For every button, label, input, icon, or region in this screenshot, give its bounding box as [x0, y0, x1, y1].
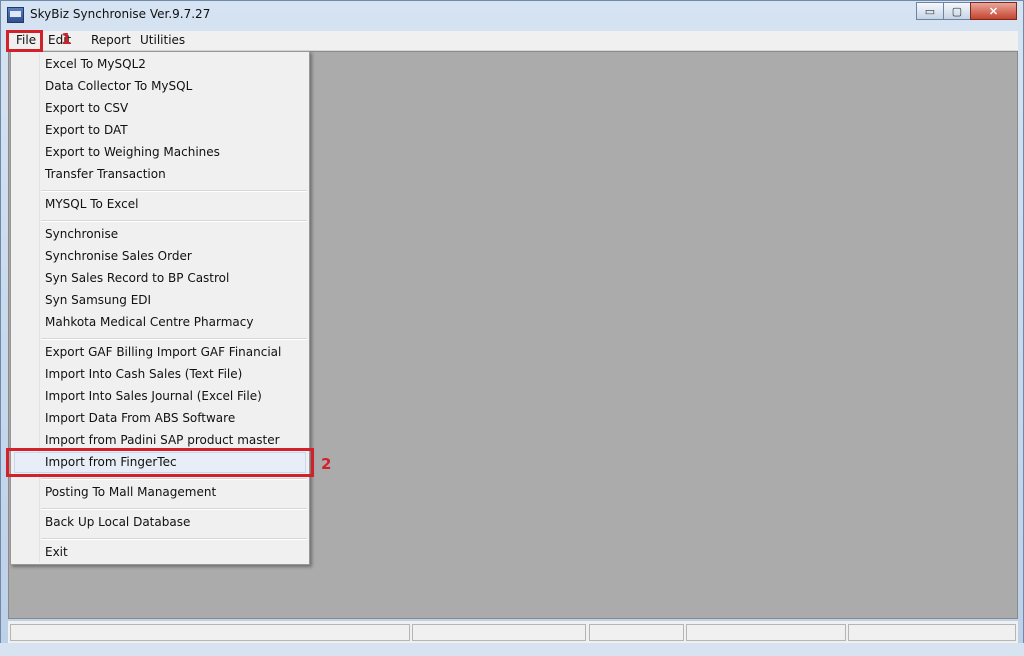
app-window: SkyBiz Synchronise Ver.9.7.27 ▭ ▢ ✕ File…: [0, 0, 1024, 656]
callout-number-step-1: 1: [61, 30, 72, 48]
menu-item-export-to-csv[interactable]: Export to CSV: [45, 101, 128, 115]
status-panel-3: [589, 624, 684, 641]
menu-item-data-collector-to-mysql[interactable]: Data Collector To MySQL: [45, 79, 192, 93]
menu-gutter: [39, 54, 40, 562]
minimize-button[interactable]: ▭: [916, 2, 944, 20]
menu-item-excel-to-mysql2[interactable]: Excel To MySQL2: [45, 57, 146, 71]
menu-item-syn-samsung-edi[interactable]: Syn Samsung EDI: [45, 293, 151, 307]
menu-item-posting-mall-management[interactable]: Posting To Mall Management: [45, 485, 216, 499]
menu-separator: [41, 220, 307, 222]
menu-separator: [41, 538, 307, 540]
menu-item-syn-sales-record-bp-castrol[interactable]: Syn Sales Record to BP Castrol: [45, 271, 229, 285]
menu-item-synchronise-sales-order[interactable]: Synchronise Sales Order: [45, 249, 192, 263]
callout-number-step-2: 2: [321, 455, 332, 473]
menu-item-export-gaf-billing[interactable]: Export GAF Billing Import GAF Financial: [45, 345, 281, 359]
menu-separator: [41, 478, 307, 480]
status-panel-4: [686, 624, 846, 641]
menu-separator: [41, 508, 307, 510]
menu-item-synchronise[interactable]: Synchronise: [45, 227, 118, 241]
menu-item-export-to-weighing-machines[interactable]: Export to Weighing Machines: [45, 145, 220, 159]
menu-item-import-abs-software[interactable]: Import Data From ABS Software: [45, 411, 235, 425]
menu-item-mahkota-medical-centre-pharmacy[interactable]: Mahkota Medical Centre Pharmacy: [45, 315, 253, 329]
menu-separator: [41, 190, 307, 192]
title-bar[interactable]: SkyBiz Synchronise Ver.9.7.27 ▭ ▢ ✕: [1, 1, 1023, 29]
maximize-icon: ▢: [951, 5, 963, 18]
window-title: SkyBiz Synchronise Ver.9.7.27: [30, 7, 211, 21]
menu-item-import-cash-sales[interactable]: Import Into Cash Sales (Text File): [45, 367, 242, 381]
close-button[interactable]: ✕: [970, 2, 1017, 20]
menu-utilities[interactable]: Utilities: [140, 33, 185, 47]
app-icon[interactable]: [7, 7, 24, 23]
menu-item-export-to-dat[interactable]: Export to DAT: [45, 123, 128, 137]
menu-separator: [41, 338, 307, 340]
menu-item-exit[interactable]: Exit: [45, 545, 68, 559]
desktop-background: [0, 643, 1024, 656]
status-bar: [8, 621, 1018, 643]
status-panel-2: [412, 624, 586, 641]
menu-report[interactable]: Report: [91, 33, 131, 47]
close-icon: ✕: [988, 5, 999, 18]
menu-bar: File Edit Report Utilities: [8, 31, 1018, 51]
menu-item-import-padini-sap[interactable]: Import from Padini SAP product master: [45, 433, 280, 447]
menu-item-back-up-local-database[interactable]: Back Up Local Database: [45, 515, 190, 529]
status-panel-1: [10, 624, 410, 641]
callout-box-step-2: [6, 448, 314, 477]
maximize-button[interactable]: ▢: [943, 2, 971, 20]
status-panel-5: [848, 624, 1016, 641]
callout-box-step-1: [6, 30, 43, 52]
file-menu-dropdown: Excel To MySQL2 Data Collector To MySQL …: [10, 51, 310, 565]
minimize-icon: ▭: [924, 5, 936, 18]
menu-item-transfer-transaction[interactable]: Transfer Transaction: [45, 167, 166, 181]
menu-item-mysql-to-excel[interactable]: MYSQL To Excel: [45, 197, 138, 211]
menu-item-import-sales-journal[interactable]: Import Into Sales Journal (Excel File): [45, 389, 262, 403]
